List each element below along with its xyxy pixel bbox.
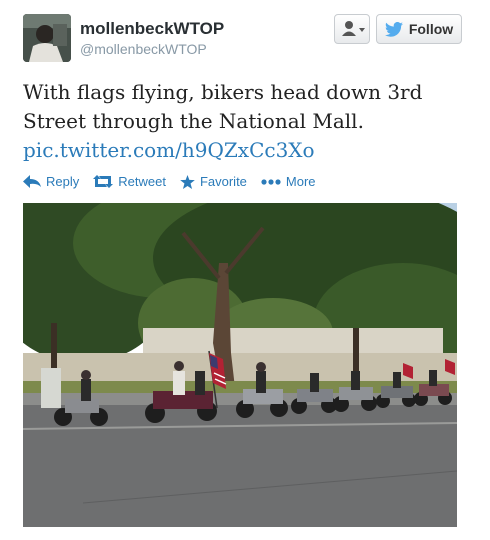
more-action[interactable]: More xyxy=(261,174,316,189)
tweet-text-line: With flags flying, bikers head down 3rd xyxy=(23,80,423,104)
more-label: More xyxy=(285,174,316,189)
more-icon xyxy=(261,178,281,185)
favorite-action[interactable]: Favorite xyxy=(180,174,247,189)
avatar-image xyxy=(23,14,71,62)
tweet-text-line: Street through the National Mall. xyxy=(23,109,364,133)
star-icon xyxy=(180,174,195,189)
tweet-text: With flags flying, bikers head down 3rd … xyxy=(23,78,463,165)
tweet-media-link[interactable]: pic.twitter.com/h9QZxCc3Xo xyxy=(23,138,315,162)
avatar[interactable] xyxy=(23,14,71,62)
reply-label: Reply xyxy=(46,174,80,189)
retweet-label: Retweet xyxy=(118,174,166,189)
user-dropdown-icon xyxy=(342,21,365,36)
tweet-actions: Reply Retweet Favorite More xyxy=(23,174,316,189)
follow-button[interactable]: Follow xyxy=(376,14,462,44)
favorite-label: Favorite xyxy=(199,174,247,189)
reply-icon xyxy=(23,175,41,188)
twitter-bird-icon xyxy=(384,21,403,37)
reply-action[interactable]: Reply xyxy=(23,174,79,189)
follow-label: Follow xyxy=(408,21,454,37)
user-actions-button[interactable] xyxy=(334,14,370,44)
tweet-photo[interactable] xyxy=(23,203,457,527)
author-handle[interactable]: @mollenbeckWTOP xyxy=(80,41,207,57)
author-name[interactable]: mollenbeckWTOP xyxy=(80,19,224,39)
retweet-action[interactable]: Retweet xyxy=(93,174,166,189)
retweet-icon xyxy=(93,175,114,188)
bikers-photo xyxy=(23,203,457,527)
